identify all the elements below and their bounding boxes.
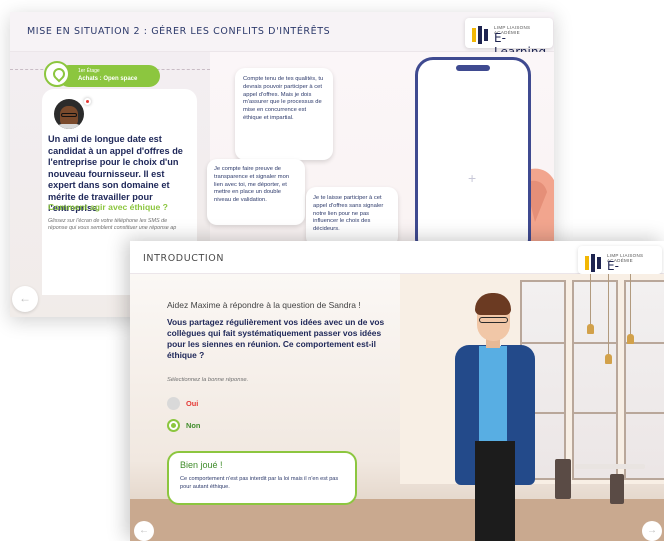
location-floor: 1er Étage (78, 68, 100, 74)
answer-label: Oui (186, 399, 199, 408)
next-button[interactable]: → (642, 521, 662, 541)
scenario-header: MISE EN SITUATION 2 : GÉRER LES CONFLITS… (10, 12, 554, 59)
lamp-icon (627, 274, 634, 344)
avatar (54, 99, 84, 129)
lamp-icon (587, 274, 594, 334)
location-place: Achats : Open space (78, 76, 138, 82)
previous-button[interactable]: ← (12, 286, 38, 312)
notification-dot-icon (84, 98, 91, 105)
help-line: Aidez Maxime à répondre à la question de… (167, 300, 361, 310)
elearning-logo: LIMP LIAISONS ACADÉMIE E-Learning (465, 18, 553, 59)
feedback-title: Bien joué ! (180, 460, 223, 470)
feedback-box: Bien joué ! Ce comportement n'est pas in… (167, 451, 357, 505)
scenario-question: Comment agir avec éthique ? (48, 202, 168, 212)
introduction-title: INTRODUCTION (143, 253, 225, 264)
plus-icon: + (468, 170, 477, 186)
character-maxime (455, 293, 545, 541)
elearning-logo: LIMP LIAISONS ACADÉMIE E-Learning (578, 246, 662, 287)
phone-dropzone[interactable]: + (415, 57, 531, 257)
location-pin-icon (44, 61, 70, 87)
previous-button[interactable]: ← (134, 521, 154, 541)
feedback-message: Ce comportement n'est pas interdit par l… (180, 476, 339, 490)
scenario-title: MISE EN SITUATION 2 : GÉRER LES CONFLITS… (27, 26, 331, 37)
sms-option[interactable]: Compte tenu de tes qualités, tu devrais … (235, 68, 333, 160)
logo-mark-icon (585, 254, 601, 272)
introduction-screen: INTRODUCTION LIMP LIAISONS ACADÉMIE E-Le… (130, 241, 664, 541)
radio-button-checked[interactable] (167, 419, 180, 432)
select-hint: Sélectionnez la bonne réponse. (167, 377, 249, 383)
radio-button[interactable] (167, 397, 180, 410)
question-text: Vous partagez régulièrement vos idées av… (167, 317, 385, 360)
location-badge: 1er Étage Achats : Open space (44, 61, 160, 87)
sms-option[interactable]: Je compte faire preuve de transparence e… (207, 159, 305, 225)
introduction-header: INTRODUCTION LIMP LIAISONS ACADÉMIE E-Le… (130, 241, 664, 287)
answer-label: Non (186, 421, 201, 430)
sms-option[interactable]: Je te laisse participer à cet appel d'of… (306, 187, 398, 247)
logo-mark-icon (472, 26, 488, 44)
lamp-icon (605, 274, 612, 364)
